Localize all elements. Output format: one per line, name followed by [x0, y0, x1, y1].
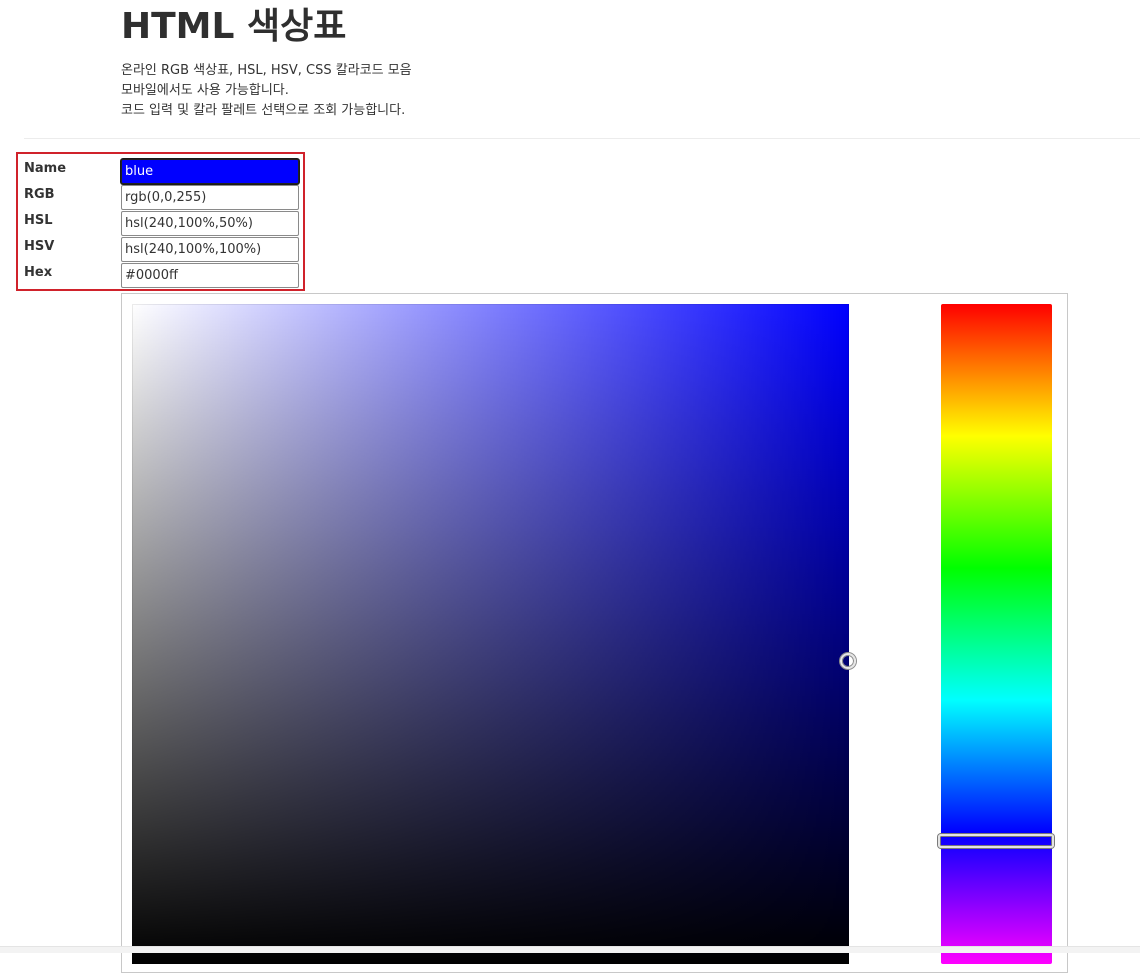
description-line-2: 모바일에서도 사용 가능합니다. [121, 83, 289, 98]
name-label: Name [24, 161, 67, 176]
hsl-row: HSL [18, 206, 303, 236]
description-line-3: 코드 입력 및 칼라 팔레트 선택으로 조회 가능합니다. [121, 103, 406, 118]
hsv-label: HSV [24, 239, 55, 254]
hex-label: Hex [24, 265, 53, 280]
name-row: Name [18, 154, 303, 184]
saturation-value-palette[interactable] [132, 304, 849, 964]
palette-cursor[interactable] [840, 653, 856, 669]
color-codes-panel: Name RGB HSL HSV Hex [16, 152, 305, 291]
page-title: HTML 색상표 [121, 6, 347, 47]
rgb-row: RGB [18, 180, 303, 210]
hue-slider-handle[interactable] [938, 834, 1054, 848]
header-divider [24, 138, 1140, 139]
hex-row: Hex [18, 258, 303, 288]
hsv-row: HSV [18, 232, 303, 262]
page-header: HTML 색상표 온라인 RGB 색상표, HSL, HSV, CSS 칼라코드… [121, 6, 821, 121]
hsl-label: HSL [24, 213, 53, 228]
hex-input[interactable] [121, 263, 299, 288]
rgb-label: RGB [24, 187, 55, 202]
bottom-scroll-strip [0, 946, 1140, 953]
hue-slider[interactable] [941, 304, 1052, 964]
description-line-1: 온라인 RGB 색상표, HSL, HSV, CSS 칼라코드 모음 [121, 63, 412, 78]
page-description: 온라인 RGB 색상표, HSL, HSV, CSS 칼라코드 모음 모바일에서… [121, 61, 821, 121]
